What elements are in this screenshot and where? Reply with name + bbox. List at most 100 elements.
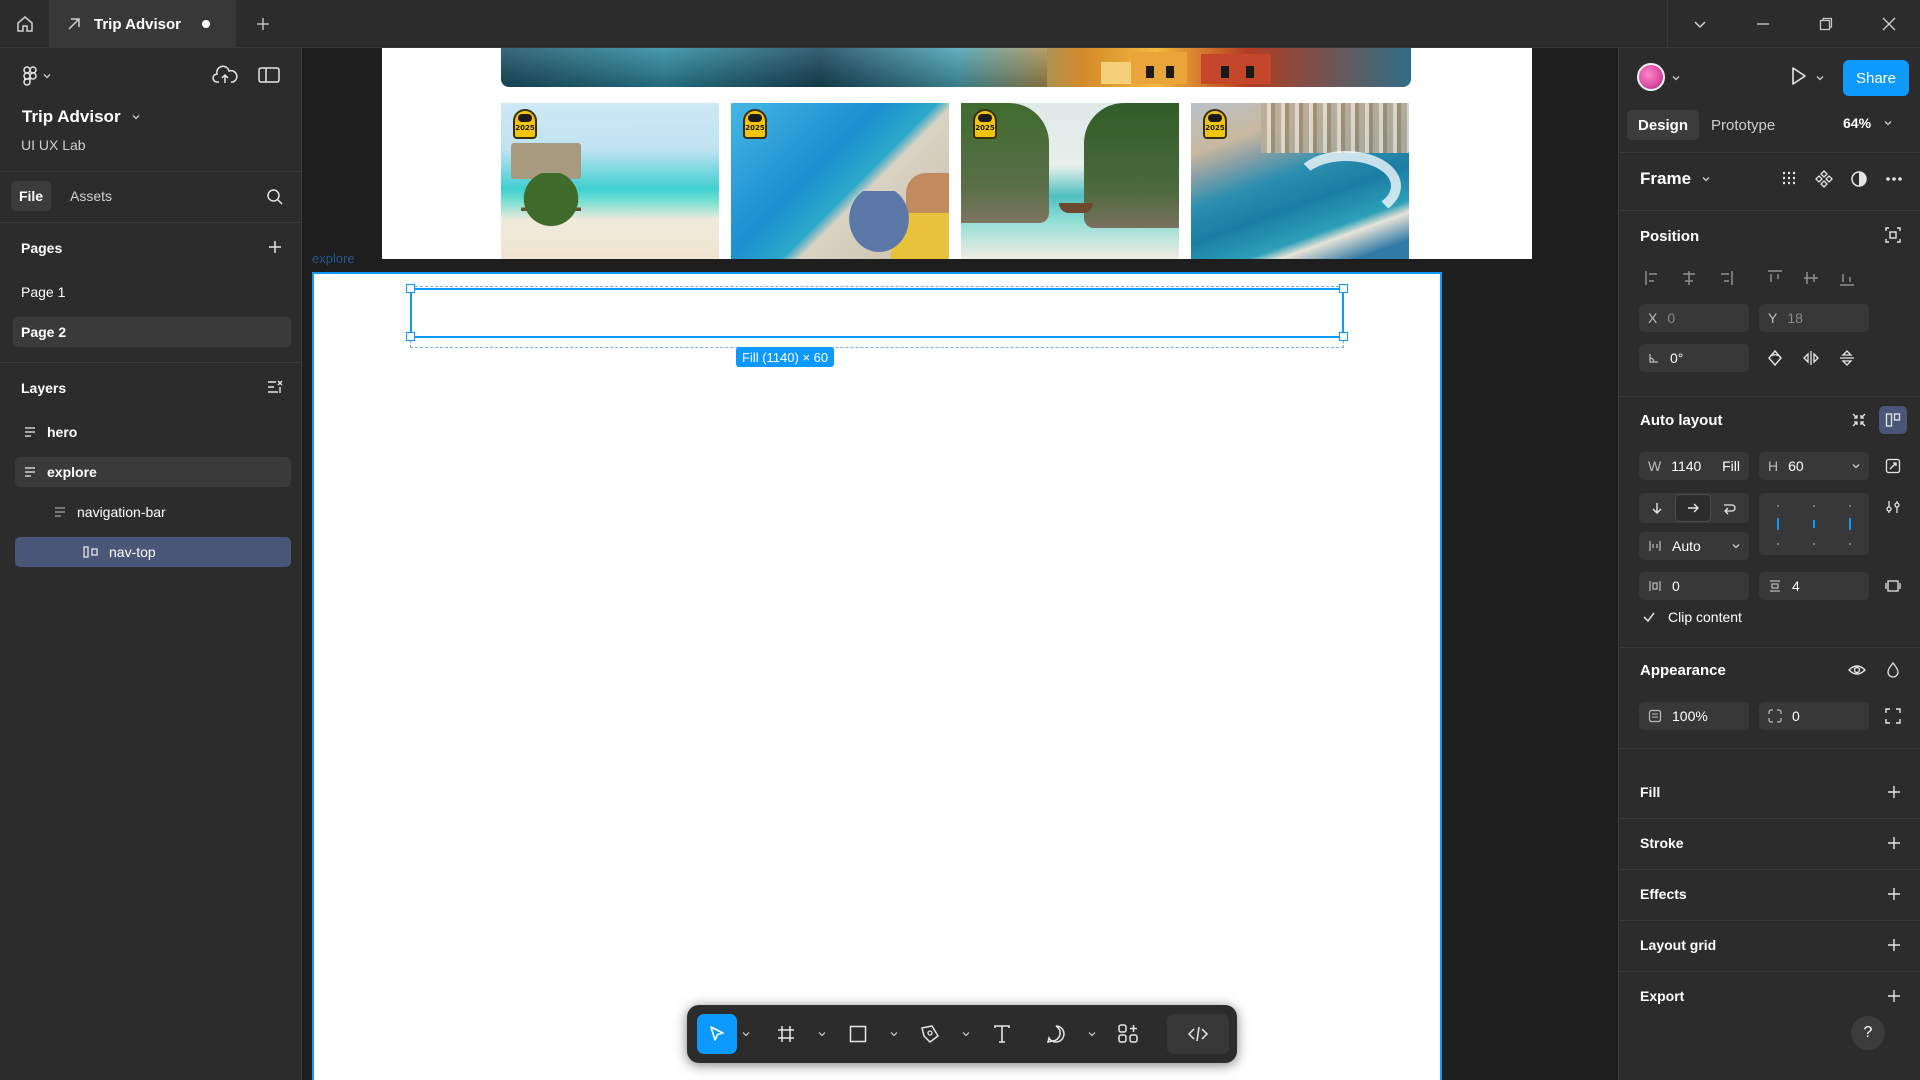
tabs-dropdown-button[interactable] bbox=[1668, 0, 1731, 48]
tab-design[interactable]: Design bbox=[1627, 110, 1699, 140]
rotate-button[interactable] bbox=[1761, 344, 1789, 372]
page-item[interactable]: Page 2 bbox=[13, 317, 291, 347]
destination-photo[interactable]: 2025 bbox=[961, 103, 1179, 259]
height-field[interactable]: H 60 bbox=[1759, 452, 1869, 480]
mask-button[interactable] bbox=[1845, 165, 1873, 193]
layers-search-button[interactable] bbox=[266, 188, 284, 210]
help-button[interactable]: ? bbox=[1851, 1016, 1885, 1050]
layer-item[interactable]: hero bbox=[15, 417, 291, 447]
new-tab-button[interactable] bbox=[236, 0, 290, 48]
project-title[interactable]: Trip Advisor bbox=[22, 107, 141, 127]
advanced-layout-settings-button[interactable] bbox=[1879, 493, 1907, 521]
width-field[interactable]: W 1140 Fill bbox=[1639, 452, 1749, 480]
direction-wrap-button[interactable] bbox=[1711, 494, 1747, 522]
align-left-button[interactable] bbox=[1639, 264, 1667, 292]
auto-layout-toggle[interactable] bbox=[1879, 406, 1907, 434]
toggle-visibility-button[interactable] bbox=[1843, 656, 1871, 684]
independent-corners-button[interactable] bbox=[1879, 702, 1907, 730]
present-button[interactable] bbox=[1787, 65, 1809, 91]
vertical-padding-field[interactable]: 4 bbox=[1759, 572, 1869, 600]
resize-handle[interactable] bbox=[406, 332, 415, 341]
alignment-grid[interactable] bbox=[1759, 493, 1869, 555]
plus-icon[interactable] bbox=[1886, 784, 1902, 800]
page-item[interactable]: Page 1 bbox=[13, 277, 291, 307]
toggle-sidebar-button[interactable] bbox=[258, 66, 280, 88]
share-button[interactable]: Share bbox=[1843, 60, 1909, 96]
tab-file[interactable]: File bbox=[11, 181, 51, 211]
restore-button[interactable] bbox=[1794, 0, 1857, 48]
align-right-button[interactable] bbox=[1711, 264, 1739, 292]
shape-tool-button[interactable] bbox=[831, 1014, 885, 1054]
resize-handle[interactable] bbox=[1339, 332, 1348, 341]
plus-icon[interactable] bbox=[1886, 886, 1902, 902]
clip-content-checkbox[interactable]: Clip content bbox=[1642, 609, 1742, 625]
resize-handle[interactable] bbox=[1339, 284, 1348, 293]
align-vertical-center-button[interactable] bbox=[1797, 264, 1825, 292]
shape-tool-dropdown[interactable] bbox=[885, 1014, 903, 1054]
explore-frame[interactable] bbox=[312, 272, 1442, 1080]
pen-tool-button[interactable] bbox=[903, 1014, 957, 1054]
tab-assets[interactable]: Assets bbox=[70, 188, 112, 204]
blend-mode-button[interactable] bbox=[1879, 656, 1907, 684]
multiplayer-dropdown[interactable] bbox=[1671, 70, 1681, 87]
flip-vertical-button[interactable] bbox=[1833, 344, 1861, 372]
move-tool-dropdown[interactable] bbox=[737, 1014, 755, 1054]
corner-radius-field[interactable]: 0 bbox=[1759, 702, 1869, 730]
resize-handle[interactable] bbox=[406, 284, 415, 293]
destination-photo[interactable]: 2025 bbox=[731, 103, 949, 259]
project-team[interactable]: UI UX Lab bbox=[21, 137, 86, 153]
create-component-button[interactable] bbox=[1810, 165, 1838, 193]
horizontal-padding-field[interactable]: 0 bbox=[1639, 572, 1749, 600]
more-options-button[interactable] bbox=[1880, 165, 1908, 193]
layer-item[interactable]: explore bbox=[15, 457, 291, 487]
direction-horizontal-button[interactable] bbox=[1675, 494, 1711, 522]
gap-field[interactable]: Auto bbox=[1639, 532, 1749, 560]
comment-tool-button[interactable] bbox=[1029, 1014, 1083, 1054]
plus-icon[interactable] bbox=[1886, 988, 1902, 1004]
close-button[interactable] bbox=[1857, 0, 1920, 48]
x-position-field[interactable]: X 0 bbox=[1639, 304, 1749, 332]
plus-icon[interactable] bbox=[1886, 835, 1902, 851]
present-options-dropdown[interactable] bbox=[1815, 70, 1825, 87]
resize-to-fit-button[interactable] bbox=[1879, 452, 1907, 480]
main-menu-button[interactable] bbox=[22, 66, 52, 86]
zoom-dropdown[interactable]: 64% bbox=[1843, 115, 1893, 131]
frame-type-dropdown[interactable]: Frame bbox=[1640, 169, 1711, 189]
frame-label[interactable]: explore bbox=[312, 251, 355, 266]
layer-item[interactable]: nav-top bbox=[15, 537, 291, 567]
plus-icon[interactable] bbox=[1886, 937, 1902, 953]
actions-tool-button[interactable] bbox=[1101, 1014, 1155, 1054]
user-avatar[interactable] bbox=[1637, 63, 1665, 91]
collapse-layers-button[interactable] bbox=[266, 378, 284, 400]
destination-photo[interactable]: 2025 bbox=[1191, 103, 1409, 259]
minimize-button[interactable] bbox=[1731, 0, 1794, 48]
grid-view-button[interactable] bbox=[1775, 165, 1803, 193]
y-position-field[interactable]: Y 18 bbox=[1759, 304, 1869, 332]
layer-item[interactable]: navigation-bar bbox=[15, 497, 291, 527]
align-bottom-button[interactable] bbox=[1833, 264, 1861, 292]
destination-photo[interactable]: 2025 bbox=[501, 103, 719, 259]
rotation-field[interactable]: 0° bbox=[1639, 344, 1749, 372]
align-horizontal-center-button[interactable] bbox=[1675, 264, 1703, 292]
home-button[interactable] bbox=[0, 0, 50, 48]
opacity-field[interactable]: 100% bbox=[1639, 702, 1749, 730]
document-tab[interactable]: Trip Advisor bbox=[50, 0, 236, 48]
frame-tool-dropdown[interactable] bbox=[813, 1014, 831, 1054]
align-top-button[interactable] bbox=[1761, 264, 1789, 292]
nav-top-selection[interactable] bbox=[410, 288, 1344, 338]
hero-frame[interactable]: 2025 2025 2025 2025 bbox=[382, 48, 1532, 259]
comment-tool-dropdown[interactable] bbox=[1083, 1014, 1101, 1054]
tab-prototype[interactable]: Prototype bbox=[1711, 110, 1775, 140]
constraints-button[interactable] bbox=[1879, 221, 1907, 249]
add-page-button[interactable] bbox=[266, 238, 284, 260]
dev-mode-toggle[interactable] bbox=[1167, 1014, 1229, 1054]
move-tool-button[interactable] bbox=[697, 1014, 737, 1054]
frame-tool-button[interactable] bbox=[759, 1014, 813, 1054]
individual-padding-button[interactable] bbox=[1879, 572, 1907, 600]
pen-tool-dropdown[interactable] bbox=[957, 1014, 975, 1054]
canvas[interactable]: 2025 2025 2025 2025 explore Fill (1140) … bbox=[302, 48, 1618, 1080]
flip-horizontal-button[interactable] bbox=[1797, 344, 1825, 372]
text-tool-button[interactable] bbox=[975, 1014, 1029, 1054]
direction-vertical-button[interactable] bbox=[1639, 494, 1675, 522]
suggest-auto-layout-button[interactable] bbox=[1845, 406, 1873, 434]
